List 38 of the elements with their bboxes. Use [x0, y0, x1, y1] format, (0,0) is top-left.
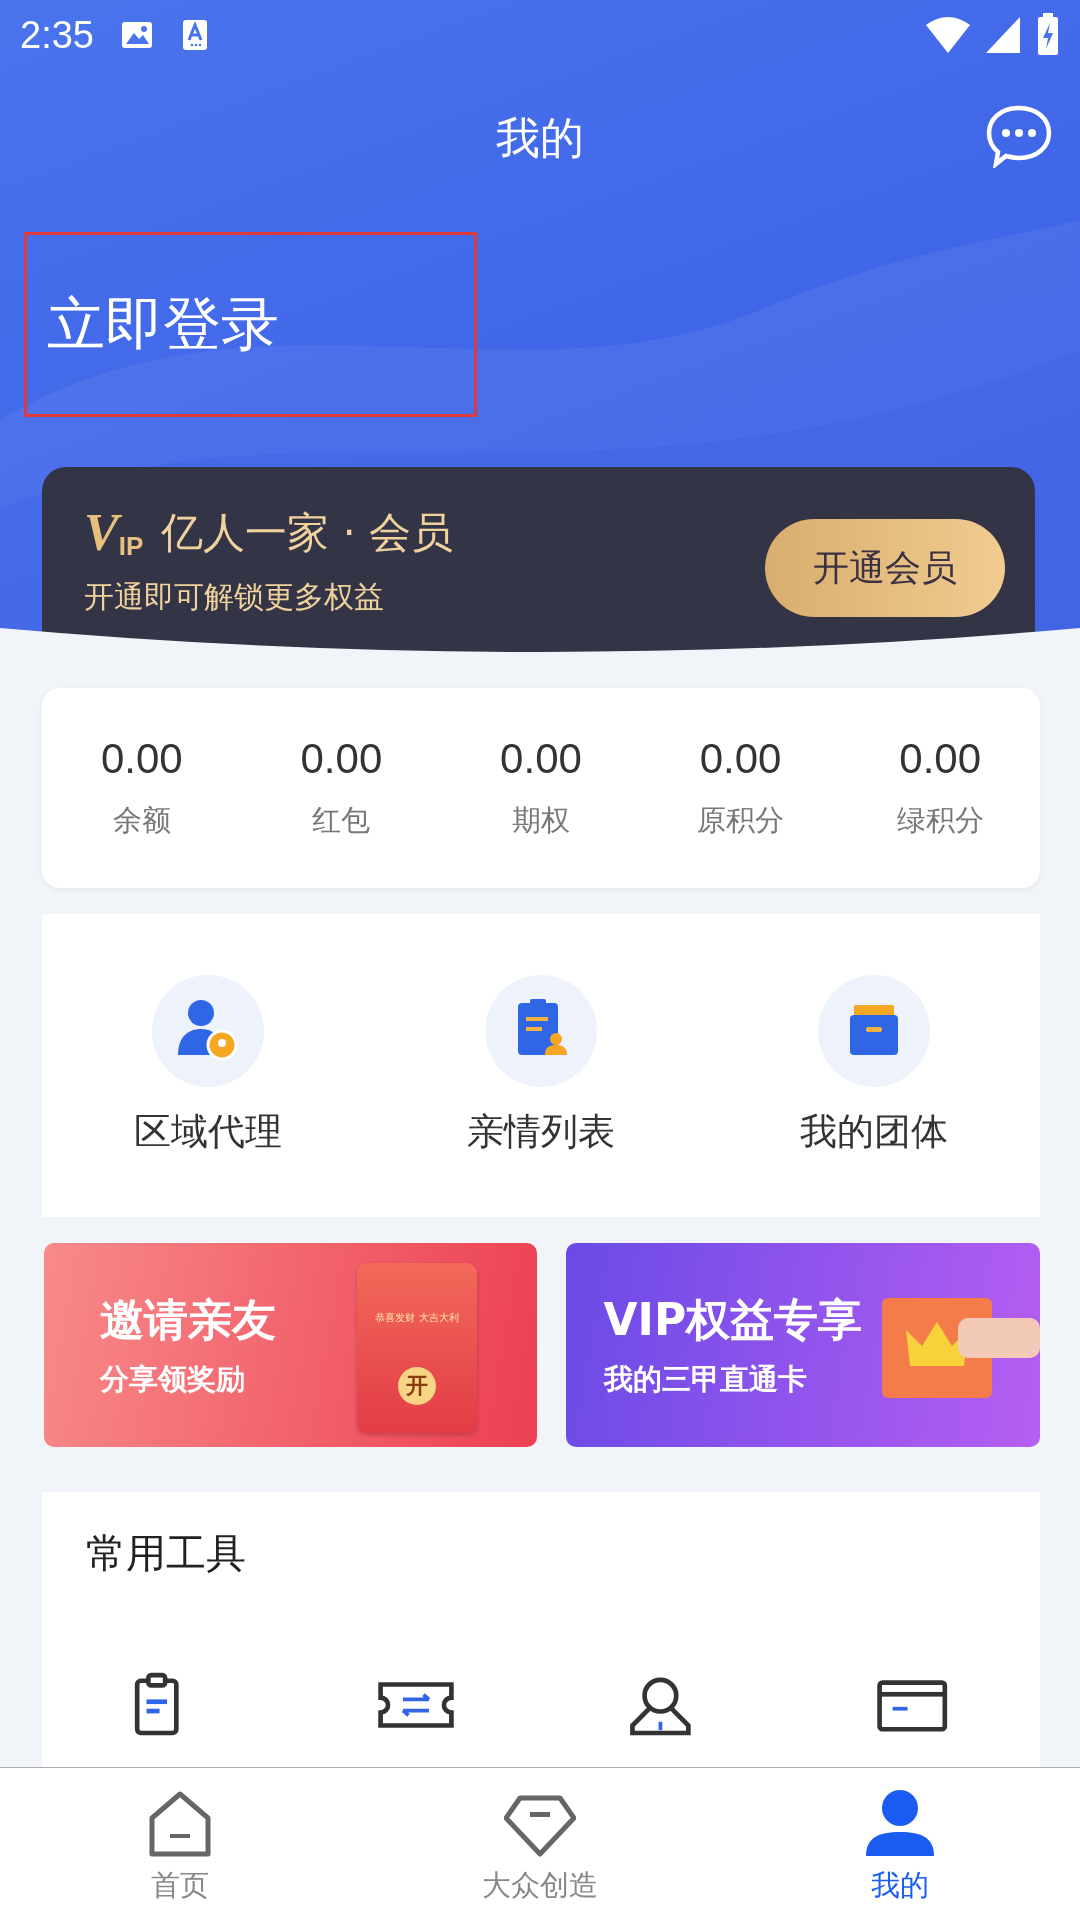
stat-label: 红包	[312, 802, 371, 839]
battery-icon	[1036, 13, 1060, 57]
feature-item[interactable]: 亲情列表	[374, 974, 708, 1157]
vip-title: 亿人一家 · 会员	[161, 507, 454, 559]
stat-value: 0.00	[500, 735, 582, 783]
feature-item[interactable]: 我的团体	[707, 974, 1040, 1157]
stat-label: 绿积分	[896, 802, 984, 839]
page-title: 我的	[496, 110, 584, 165]
feature-item[interactable]: 区域代理	[42, 974, 375, 1157]
stat-value: 0.00	[699, 735, 782, 783]
stat-value: 0.00	[100, 735, 183, 783]
status-time: 2:35	[20, 13, 94, 57]
stat-label: 原积分	[697, 802, 785, 839]
wifi-icon	[924, 15, 972, 55]
banner-subtitle: 我的三甲直通卡	[603, 1360, 807, 1398]
box-icon	[817, 974, 930, 1087]
banner-title: VIP权益专享	[603, 1292, 863, 1347]
stat-label: 期权	[512, 802, 570, 839]
stat-value: 0.00	[300, 735, 383, 783]
section-title: 常用工具	[86, 1529, 247, 1578]
nav-tab[interactable]: 我的	[720, 1768, 1080, 1920]
envelope-text: 恭喜发财 大吉大利	[374, 1311, 460, 1325]
stat-label: 余额	[112, 802, 171, 839]
banner-subtitle: 分享领奖励	[100, 1360, 245, 1398]
person-pin-icon	[152, 974, 265, 1087]
nav-tab[interactable]: 大众创造	[360, 1768, 720, 1920]
banner-title: 邀请亲友	[100, 1292, 276, 1347]
vip-banner[interactable]: VIP权益专享 我的三甲直通卡	[565, 1243, 1040, 1447]
vip-subtitle: 开通即可解锁更多权益	[84, 578, 385, 616]
person-icon	[864, 1788, 936, 1858]
login-link[interactable]: 立即登录	[24, 232, 477, 417]
chat-icon[interactable]	[986, 104, 1052, 168]
invite-banner[interactable]: 邀请亲友 分享领奖励 恭喜发财 大吉大利 开	[44, 1243, 537, 1447]
clipboard-icon	[485, 974, 597, 1087]
nav-tab[interactable]: 首页	[0, 1768, 360, 1920]
envelope-seal: 开	[398, 1367, 436, 1405]
open-membership-button[interactable]: 开通会员	[765, 519, 1005, 617]
stat-value: 0.00	[899, 735, 982, 783]
